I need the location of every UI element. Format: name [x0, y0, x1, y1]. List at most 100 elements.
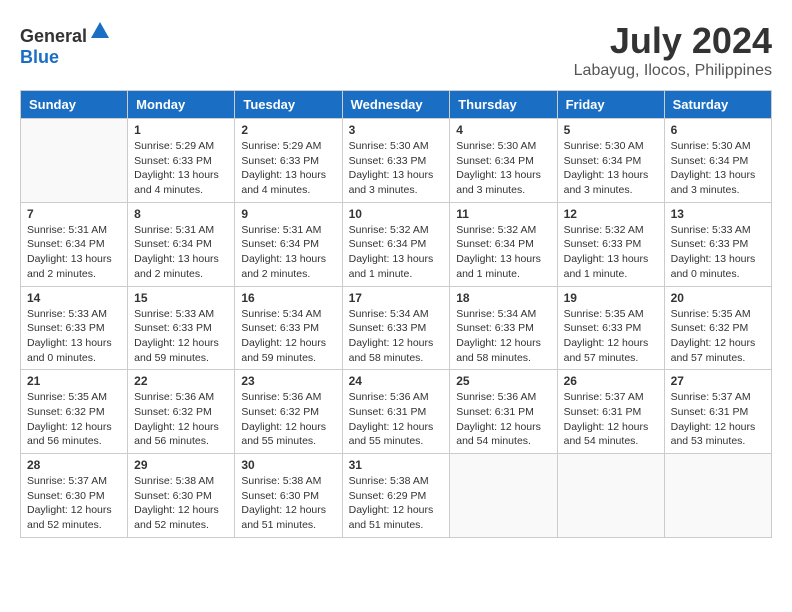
calendar-cell: 16 Sunrise: 5:34 AM Sunset: 6:33 PM Dayli… — [235, 286, 342, 370]
calendar-cell: 29Sunrise: 5:38 AM Sunset: 6:30 PM Dayli… — [128, 454, 235, 538]
logo-blue: Blue — [20, 47, 59, 67]
calendar-cell: 13 Sunrise: 5:33 AM Sunset: 6:33 PM Dayli… — [664, 202, 771, 286]
calendar-cell: 25Sunrise: 5:36 AM Sunset: 6:31 PM Dayli… — [450, 370, 557, 454]
calendar-cell: 10Sunrise: 5:32 AM Sunset: 6:34 PM Dayli… — [342, 202, 450, 286]
day-number: 4 — [456, 123, 550, 137]
day-number: 30 — [241, 458, 335, 472]
calendar-cell: 22 Sunrise: 5:36 AM Sunset: 6:32 PM Dayli… — [128, 370, 235, 454]
calendar-cell — [450, 454, 557, 538]
day-info: Sunrise: 5:32 AM Sunset: 6:33 PM Dayligh… — [564, 223, 658, 282]
calendar-header-sunday: Sunday — [21, 91, 128, 119]
logo: General Blue — [20, 20, 111, 68]
day-number: 10 — [349, 207, 444, 221]
calendar-cell: 1 Sunrise: 5:29 AM Sunset: 6:33 PM Daylig… — [128, 119, 235, 203]
day-number: 8 — [134, 207, 228, 221]
day-number: 15 — [134, 291, 228, 305]
day-info: Sunrise: 5:34 AM Sunset: 6:33 PM Dayligh… — [349, 307, 444, 366]
day-number: 28 — [27, 458, 121, 472]
day-info: Sunrise: 5:37 AM Sunset: 6:31 PM Dayligh… — [564, 390, 658, 449]
day-info: Sunrise: 5:36 AM Sunset: 6:31 PM Dayligh… — [349, 390, 444, 449]
day-info: Sunrise: 5:29 AM Sunset: 6:33 PM Dayligh… — [134, 139, 228, 198]
day-info: Sunrise: 5:35 AM Sunset: 6:32 PM Dayligh… — [671, 307, 765, 366]
calendar-cell: 31 Sunrise: 5:38 AM Sunset: 6:29 PM Dayli… — [342, 454, 450, 538]
day-info: Sunrise: 5:38 AM Sunset: 6:29 PM Dayligh… — [349, 474, 444, 533]
calendar-header-row: SundayMondayTuesdayWednesdayThursdayFrid… — [21, 91, 772, 119]
day-info: Sunrise: 5:35 AM Sunset: 6:33 PM Dayligh… — [564, 307, 658, 366]
day-number: 19 — [564, 291, 658, 305]
day-number: 2 — [241, 123, 335, 137]
day-info: Sunrise: 5:36 AM Sunset: 6:32 PM Dayligh… — [134, 390, 228, 449]
calendar-header-monday: Monday — [128, 91, 235, 119]
day-info: Sunrise: 5:31 AM Sunset: 6:34 PM Dayligh… — [241, 223, 335, 282]
calendar-cell: 6Sunrise: 5:30 AM Sunset: 6:34 PM Daylig… — [664, 119, 771, 203]
calendar-week-5: 28 Sunrise: 5:37 AM Sunset: 6:30 PM Dayli… — [21, 454, 772, 538]
calendar-cell: 17 Sunrise: 5:34 AM Sunset: 6:33 PM Dayli… — [342, 286, 450, 370]
calendar-cell: 19 Sunrise: 5:35 AM Sunset: 6:33 PM Dayli… — [557, 286, 664, 370]
calendar-cell: 27 Sunrise: 5:37 AM Sunset: 6:31 PM Dayli… — [664, 370, 771, 454]
day-number: 17 — [349, 291, 444, 305]
day-info: Sunrise: 5:30 AM Sunset: 6:34 PM Dayligh… — [564, 139, 658, 198]
day-info: Sunrise: 5:34 AM Sunset: 6:33 PM Dayligh… — [241, 307, 335, 366]
day-number: 7 — [27, 207, 121, 221]
calendar-cell — [557, 454, 664, 538]
calendar-week-2: 7 Sunrise: 5:31 AM Sunset: 6:34 PM Daylig… — [21, 202, 772, 286]
day-number: 26 — [564, 374, 658, 388]
logo-icon — [89, 20, 111, 42]
day-number: 14 — [27, 291, 121, 305]
day-number: 12 — [564, 207, 658, 221]
calendar-cell: 26 Sunrise: 5:37 AM Sunset: 6:31 PM Dayli… — [557, 370, 664, 454]
calendar-cell: 12 Sunrise: 5:32 AM Sunset: 6:33 PM Dayli… — [557, 202, 664, 286]
calendar-header-wednesday: Wednesday — [342, 91, 450, 119]
month-year-title: July 2024 — [574, 20, 772, 62]
calendar-cell: 20Sunrise: 5:35 AM Sunset: 6:32 PM Dayli… — [664, 286, 771, 370]
day-info: Sunrise: 5:37 AM Sunset: 6:31 PM Dayligh… — [671, 390, 765, 449]
calendar-cell: 9 Sunrise: 5:31 AM Sunset: 6:34 PM Daylig… — [235, 202, 342, 286]
calendar-cell: 11Sunrise: 5:32 AM Sunset: 6:34 PM Dayli… — [450, 202, 557, 286]
day-info: Sunrise: 5:29 AM Sunset: 6:33 PM Dayligh… — [241, 139, 335, 198]
calendar-cell — [21, 119, 128, 203]
day-number: 27 — [671, 374, 765, 388]
calendar-cell: 15Sunrise: 5:33 AM Sunset: 6:33 PM Dayli… — [128, 286, 235, 370]
day-info: Sunrise: 5:37 AM Sunset: 6:30 PM Dayligh… — [27, 474, 121, 533]
calendar-cell: 23Sunrise: 5:36 AM Sunset: 6:32 PM Dayli… — [235, 370, 342, 454]
logo-general: General — [20, 26, 87, 46]
day-number: 29 — [134, 458, 228, 472]
calendar-week-1: 1 Sunrise: 5:29 AM Sunset: 6:33 PM Daylig… — [21, 119, 772, 203]
calendar-week-4: 21 Sunrise: 5:35 AM Sunset: 6:32 PM Dayli… — [21, 370, 772, 454]
calendar-table: SundayMondayTuesdayWednesdayThursdayFrid… — [20, 90, 772, 538]
day-number: 31 — [349, 458, 444, 472]
calendar-header-thursday: Thursday — [450, 91, 557, 119]
day-number: 3 — [349, 123, 444, 137]
calendar-cell — [664, 454, 771, 538]
calendar-cell: 3 Sunrise: 5:30 AM Sunset: 6:33 PM Daylig… — [342, 119, 450, 203]
calendar-cell: 28 Sunrise: 5:37 AM Sunset: 6:30 PM Dayli… — [21, 454, 128, 538]
calendar-cell: 2 Sunrise: 5:29 AM Sunset: 6:33 PM Daylig… — [235, 119, 342, 203]
day-info: Sunrise: 5:31 AM Sunset: 6:34 PM Dayligh… — [27, 223, 121, 282]
day-info: Sunrise: 5:33 AM Sunset: 6:33 PM Dayligh… — [27, 307, 121, 366]
day-info: Sunrise: 5:33 AM Sunset: 6:33 PM Dayligh… — [671, 223, 765, 282]
day-number: 23 — [241, 374, 335, 388]
calendar-header-saturday: Saturday — [664, 91, 771, 119]
day-info: Sunrise: 5:30 AM Sunset: 6:33 PM Dayligh… — [349, 139, 444, 198]
calendar-header-friday: Friday — [557, 91, 664, 119]
day-number: 9 — [241, 207, 335, 221]
day-info: Sunrise: 5:35 AM Sunset: 6:32 PM Dayligh… — [27, 390, 121, 449]
calendar-cell: 21 Sunrise: 5:35 AM Sunset: 6:32 PM Dayli… — [21, 370, 128, 454]
day-number: 24 — [349, 374, 444, 388]
calendar-header-tuesday: Tuesday — [235, 91, 342, 119]
day-number: 1 — [134, 123, 228, 137]
calendar-cell: 24 Sunrise: 5:36 AM Sunset: 6:31 PM Dayli… — [342, 370, 450, 454]
day-number: 13 — [671, 207, 765, 221]
calendar-cell: 8Sunrise: 5:31 AM Sunset: 6:34 PM Daylig… — [128, 202, 235, 286]
calendar-cell: 4Sunrise: 5:30 AM Sunset: 6:34 PM Daylig… — [450, 119, 557, 203]
day-number: 22 — [134, 374, 228, 388]
day-info: Sunrise: 5:38 AM Sunset: 6:30 PM Dayligh… — [241, 474, 335, 533]
day-number: 25 — [456, 374, 550, 388]
day-number: 6 — [671, 123, 765, 137]
day-number: 16 — [241, 291, 335, 305]
page-header: General Blue July 2024 Labayug, Ilocos, … — [20, 20, 772, 80]
day-number: 21 — [27, 374, 121, 388]
title-section: July 2024 Labayug, Ilocos, Philippines — [574, 20, 772, 80]
calendar-cell: 5Sunrise: 5:30 AM Sunset: 6:34 PM Daylig… — [557, 119, 664, 203]
location-title: Labayug, Ilocos, Philippines — [574, 62, 772, 80]
